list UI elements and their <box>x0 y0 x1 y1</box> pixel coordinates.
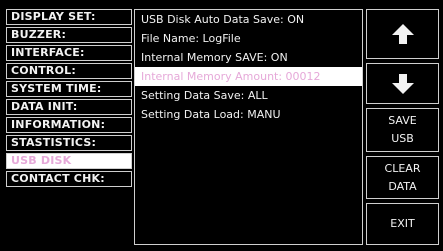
exit-label: EXIT <box>390 217 415 230</box>
arrow-down-icon <box>391 73 414 94</box>
menu-item-information[interactable]: INFORMATION: <box>6 117 132 133</box>
clear-data-label-line2: DATA <box>388 179 417 193</box>
menu-item-contact-chk[interactable]: CONTACT CHK: <box>6 171 132 187</box>
menu-item-system-time[interactable]: SYSTEM TIME: <box>6 81 132 97</box>
setting-line-file-name[interactable]: File Name: LogFile <box>135 29 362 48</box>
setting-line-auto-save[interactable]: USB Disk Auto Data Save: ON <box>135 10 362 29</box>
setting-line-data-load[interactable]: Setting Data Load: MANU <box>135 105 362 124</box>
menu-item-buzzer[interactable]: BUZZER: <box>6 27 132 43</box>
save-usb-label-line1: SAVE <box>388 114 417 127</box>
menu-item-data-init[interactable]: DATA INIT: <box>6 99 132 115</box>
menu-item-interface[interactable]: INTERFACE: <box>6 45 132 61</box>
setting-line-data-save[interactable]: Setting Data Save: ALL <box>135 86 362 105</box>
menu-item-statistics[interactable]: STASTISTICS: <box>6 135 132 151</box>
down-button[interactable] <box>366 63 439 104</box>
clear-data-button[interactable]: CLEAR DATA <box>366 156 439 199</box>
save-usb-label-line2: USB <box>391 132 414 145</box>
setting-line-internal-save[interactable]: Internal Memory SAVE: ON <box>135 48 362 67</box>
menu-item-control[interactable]: CONTROL: <box>6 63 132 79</box>
menu-item-usb-disk[interactable]: USB DISK <box>6 153 132 169</box>
menu-item-display-set[interactable]: DISPLAY SET: <box>6 9 132 25</box>
save-usb-button[interactable]: SAVE USB <box>366 108 439 152</box>
arrow-up-icon <box>391 24 414 44</box>
exit-button[interactable]: EXIT <box>366 203 439 245</box>
usb-disk-settings-panel: USB Disk Auto Data Save: ON File Name: L… <box>134 9 363 245</box>
settings-menu: DISPLAY SET: BUZZER: INTERFACE: CONTROL:… <box>6 9 132 187</box>
setting-line-internal-amount[interactable]: Internal Memory Amount: 00012 <box>135 67 362 86</box>
clear-data-label-line1: CLEAR <box>384 161 421 175</box>
up-button[interactable] <box>366 9 439 59</box>
